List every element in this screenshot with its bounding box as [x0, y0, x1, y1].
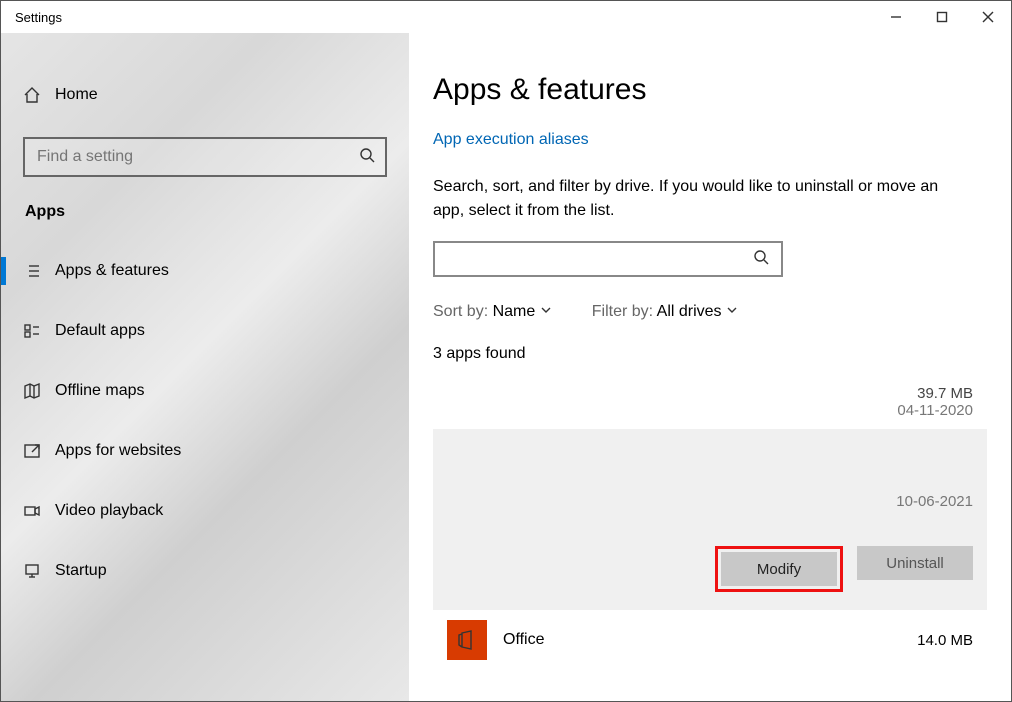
maximize-button[interactable]: [919, 1, 965, 33]
websites-icon: [23, 442, 55, 460]
startup-icon: [23, 562, 55, 580]
home-nav[interactable]: Home: [1, 75, 409, 115]
app-date: 10-06-2021: [447, 493, 973, 510]
app-row[interactable]: Office 14.0 MB: [433, 610, 987, 660]
filter-label: Filter by:: [592, 303, 653, 320]
sidebar: Home Apps Apps & features Default app: [1, 33, 409, 701]
filter-value: All drives: [657, 303, 722, 320]
search-input[interactable]: [35, 147, 359, 167]
find-setting-search[interactable]: [23, 137, 387, 177]
map-icon: [23, 382, 55, 400]
nav-default-apps[interactable]: Default apps: [1, 301, 409, 361]
modify-highlight: Modify: [715, 546, 843, 592]
filter-control[interactable]: Filter by: All drives: [592, 303, 738, 321]
list-icon: [23, 262, 55, 280]
app-row-selected[interactable]: 10-06-2021 Modify Uninstall: [433, 429, 987, 610]
section-heading: Apps: [1, 203, 409, 241]
app-date: 04-11-2020: [447, 402, 973, 419]
nav-label: Apps for websites: [55, 442, 181, 460]
search-icon: [359, 147, 375, 167]
nav-label: Startup: [55, 562, 107, 580]
video-icon: [23, 502, 55, 520]
nav-startup[interactable]: Startup: [1, 541, 409, 601]
app-list: 39.7 MB 04-11-2020 10-06-2021 Modify Uni…: [433, 375, 987, 660]
app-size: 14.0 MB: [917, 632, 973, 649]
minimize-button[interactable]: [873, 1, 919, 33]
settings-window: Settings Home Apps: [0, 0, 1012, 702]
apps-found-count: 3 apps found: [433, 345, 987, 363]
sort-control[interactable]: Sort by: Name: [433, 303, 552, 321]
nav-video-playback[interactable]: Video playback: [1, 481, 409, 541]
sort-label: Sort by:: [433, 303, 488, 320]
nav-label: Video playback: [55, 502, 163, 520]
home-icon: [23, 86, 55, 104]
window-title: Settings: [1, 10, 62, 25]
defaults-icon: [23, 322, 55, 340]
nav-label: Default apps: [55, 322, 145, 340]
nav-offline-maps[interactable]: Offline maps: [1, 361, 409, 421]
app-size: 39.7 MB: [447, 385, 973, 402]
sort-value: Name: [493, 303, 536, 320]
main-panel: Apps & features App execution aliases Se…: [409, 33, 1011, 701]
close-button[interactable]: [965, 1, 1011, 33]
nav-label: Offline maps: [55, 382, 145, 400]
nav-apps-features[interactable]: Apps & features: [1, 241, 409, 301]
chevron-down-icon: [540, 303, 552, 320]
app-name: Office: [503, 631, 901, 649]
office-icon: [447, 620, 487, 660]
nav-apps-websites[interactable]: Apps for websites: [1, 421, 409, 481]
search-icon: [753, 249, 769, 269]
home-label: Home: [55, 86, 98, 104]
nav-label: Apps & features: [55, 262, 169, 280]
titlebar: Settings: [1, 1, 1011, 33]
app-execution-aliases-link[interactable]: App execution aliases: [433, 131, 589, 149]
modify-button[interactable]: Modify: [721, 552, 837, 586]
page-heading: Apps & features: [433, 73, 987, 107]
description-text: Search, sort, and filter by drive. If yo…: [433, 175, 953, 223]
uninstall-button[interactable]: Uninstall: [857, 546, 973, 580]
chevron-down-icon: [726, 303, 738, 320]
app-row[interactable]: 39.7 MB 04-11-2020: [433, 375, 987, 429]
app-list-search[interactable]: [433, 241, 783, 277]
sort-filter-row: Sort by: Name Filter by: All drives: [433, 303, 987, 321]
